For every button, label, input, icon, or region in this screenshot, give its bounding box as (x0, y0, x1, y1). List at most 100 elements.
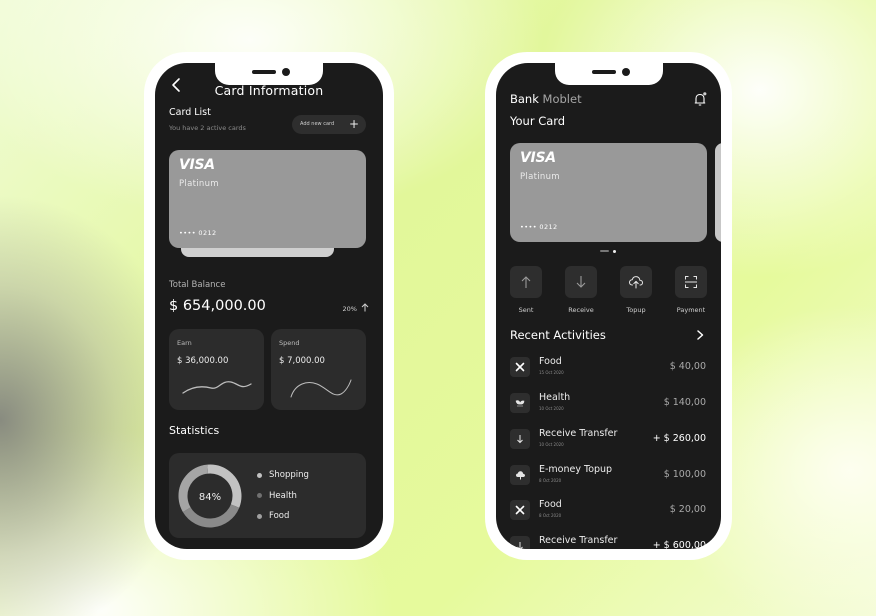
legend-dot (257, 513, 262, 519)
camera (282, 68, 290, 76)
activity-row[interactable]: Food 8 Oct 2020 $ 20,00 (510, 499, 706, 524)
action-label: Receive (568, 306, 594, 314)
cloud-upload-icon (515, 471, 525, 480)
phone-card-information: Card Information Card List You have 2 ac… (144, 52, 394, 560)
your-card-title: Your Card (510, 114, 566, 128)
arrow-up-icon (521, 276, 531, 288)
earn-value: $ 36,000.00 (177, 356, 229, 366)
card-information-screen: Card Information Card List You have 2 ac… (155, 63, 383, 549)
bell-icon (694, 92, 707, 106)
legend-item-shopping: Shopping (257, 465, 309, 486)
fork-knife-icon (515, 505, 525, 515)
activity-row[interactable]: Food 15 Oct 2020 $ 40,00 (510, 356, 706, 381)
add-new-card-button[interactable]: Add new card + (292, 115, 366, 134)
visa-card[interactable]: VISA Platinum •••• 0212 (510, 143, 707, 242)
phone-home: Bank Moblet Your Card VISA Platinum ••••… (485, 52, 732, 560)
card-tier: Platinum (179, 179, 219, 189)
balance-change-value: 20% (342, 305, 357, 313)
activity-name: Food (539, 499, 562, 510)
next-card-peek[interactable] (715, 143, 721, 242)
card-list-subtitle: You have 2 active cards (169, 124, 246, 132)
action-label: Topup (626, 306, 646, 314)
activity-row[interactable]: Receive Transfer + $ 600,00 (510, 535, 706, 549)
spend-card[interactable]: Spend $ 7,000.00 (271, 329, 366, 410)
activity-name: Receive Transfer (539, 535, 618, 546)
chevron-right-icon (697, 330, 704, 340)
activity-icon-box (510, 465, 530, 485)
legend-label: Food (269, 511, 290, 522)
leaf-icon (515, 400, 525, 407)
activity-icon-box (510, 429, 530, 449)
action-payment[interactable]: Payment (675, 266, 707, 314)
brand-primary: Bank (510, 92, 539, 106)
action-sent-box[interactable] (510, 266, 542, 298)
pager-active[interactable] (600, 250, 609, 252)
activity-row[interactable]: Receive Transfer 10 Oct 2020 + $ 260,00 (510, 428, 706, 453)
activity-name: Receive Transfer (539, 428, 618, 439)
statistics-legend: Shopping Health Food (257, 465, 309, 527)
card-pager[interactable] (600, 249, 620, 253)
earn-sparkline (182, 381, 252, 394)
visa-logo: VISA (179, 157, 215, 173)
arrow-up-icon (361, 303, 369, 312)
fork-knife-icon (515, 362, 525, 372)
action-payment-box[interactable] (675, 266, 707, 298)
card-tier: Platinum (520, 172, 560, 182)
recent-activities-more-button[interactable] (693, 327, 707, 341)
speaker (591, 70, 616, 74)
activity-name: Food (539, 356, 562, 367)
activity-name: Health (539, 392, 571, 403)
notifications-button[interactable] (692, 91, 708, 107)
camera (621, 68, 630, 76)
scan-icon (685, 276, 697, 288)
page-title: Card Information (214, 83, 324, 98)
activity-icon-box (510, 536, 530, 549)
action-topup-box[interactable] (620, 266, 652, 298)
pager-dot[interactable] (613, 249, 616, 253)
activity-row[interactable]: E-money Topup 8 Oct 2020 $ 100,00 (510, 464, 706, 489)
visa-card[interactable]: VISA Platinum •••• 0212 (169, 150, 366, 248)
action-label: Sent (518, 306, 534, 314)
arrow-down-icon (517, 435, 523, 444)
activity-amount: + $ 260,00 (652, 433, 706, 444)
activity-amount: $ 20,00 (669, 504, 706, 515)
activity-date: 8 Oct 2020 (539, 513, 562, 518)
activity-amount: $ 40,00 (669, 361, 706, 372)
balance-change: 20% (342, 303, 369, 313)
activity-date: 10 Oct 2020 (539, 406, 564, 411)
spend-sparkline (290, 379, 352, 398)
legend-label: Shopping (269, 470, 309, 481)
plus-icon: + (348, 117, 359, 131)
action-sent[interactable]: Sent (510, 266, 542, 314)
statistics-donut: 84% (178, 464, 242, 528)
action-topup[interactable]: Topup (620, 266, 652, 314)
cloud-upload-icon (629, 276, 643, 289)
legend-item-health: Health (257, 486, 309, 507)
earn-label: Earn (177, 339, 192, 347)
earn-card[interactable]: Earn $ 36,000.00 (169, 329, 264, 410)
visa-logo: VISA (520, 150, 556, 166)
activity-date: 15 Oct 2020 (539, 370, 564, 375)
recent-activities-title: Recent Activities (510, 328, 606, 342)
activity-date: 10 Oct 2020 (539, 442, 564, 447)
arrow-down-icon (576, 276, 586, 288)
arrow-down-icon (517, 542, 523, 549)
phone-notch (554, 63, 663, 85)
add-new-card-label: Add new card (300, 121, 335, 127)
statistics-card: 84% Shopping Health Food (169, 453, 366, 538)
phone-notch (215, 63, 323, 85)
total-balance-label: Total Balance (169, 280, 226, 290)
legend-item-food: Food (257, 506, 309, 527)
home-screen: Bank Moblet Your Card VISA Platinum ••••… (496, 63, 721, 549)
legend-label: Health (269, 490, 297, 501)
statistics-title: Statistics (169, 424, 220, 437)
action-label: Payment (676, 306, 706, 314)
action-receive[interactable]: Receive (565, 266, 597, 314)
activity-row[interactable]: Health 10 Oct 2020 $ 140,00 (510, 392, 706, 417)
action-receive-box[interactable] (565, 266, 597, 298)
brand-secondary: Moblet (542, 92, 582, 106)
card-number: •••• 0212 (179, 229, 217, 237)
activity-amount: + $ 600,00 (652, 540, 706, 549)
total-balance-value: $ 654,000.00 (169, 298, 266, 314)
activity-amount: $ 100,00 (663, 469, 706, 480)
